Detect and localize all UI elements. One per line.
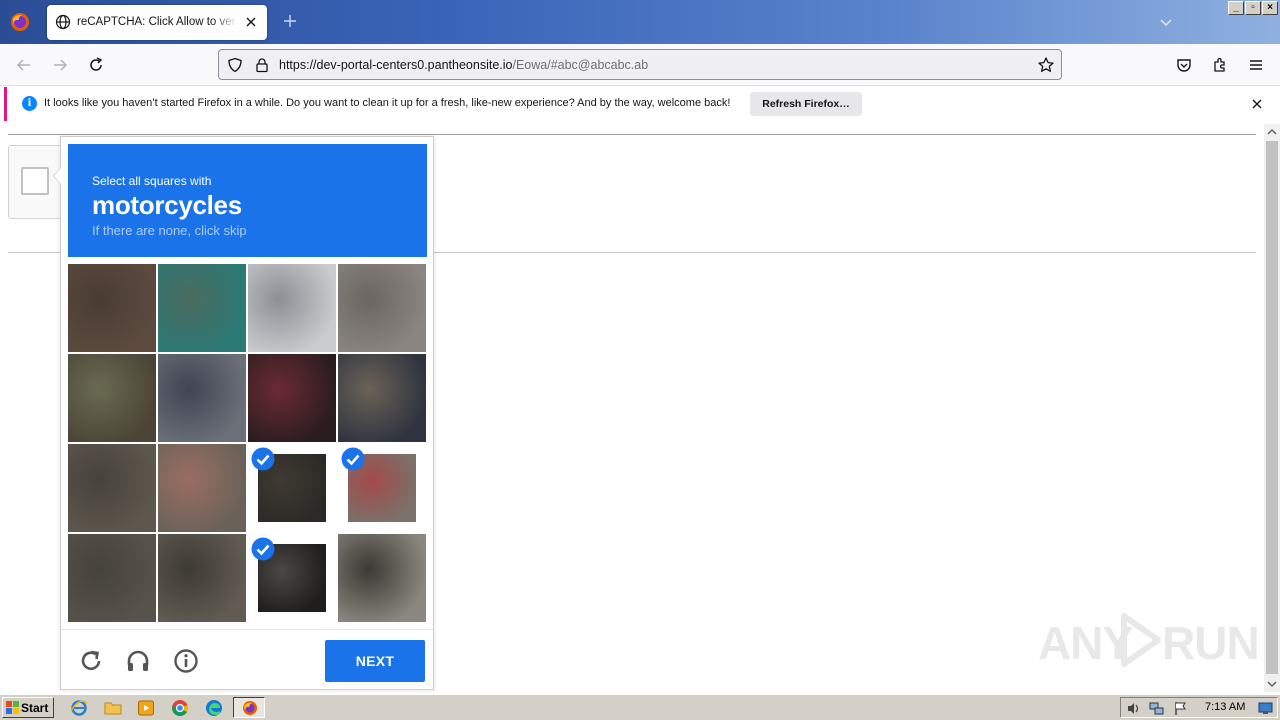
checkmark-icon [251,537,275,561]
captcha-tile-image [338,354,426,442]
internet-explorer-icon[interactable] [70,699,88,717]
anyrun-watermark: ANY RUN [1038,610,1260,670]
captcha-tile[interactable] [68,264,156,352]
captcha-tile[interactable] [338,534,426,622]
captcha-tile-image [68,354,156,442]
challenge-hint: If there are none, click skip [92,223,247,238]
network-icon[interactable] [1149,701,1164,716]
tracking-shield-icon[interactable] [227,57,243,73]
captcha-tile-image [158,534,246,622]
captcha-tile[interactable] [248,444,336,532]
captcha-tile[interactable] [338,354,426,442]
taskbar-firefox-button[interactable] [233,697,265,718]
challenge-header: Select all squares with motorcycles If t… [68,144,427,257]
volume-icon[interactable] [1126,701,1141,716]
captcha-tile[interactable] [248,354,336,442]
tab-title: reCAPTCHA: Click Allow to verify that yo… [77,16,237,28]
info-help-icon[interactable] [173,648,199,674]
popup-pointer [53,167,61,185]
reload-icon[interactable] [87,56,105,74]
image-grid [68,264,427,623]
notification-message: It looks like you haven’t started Firefo… [44,97,731,109]
clock: 7:13 AM [1205,701,1246,713]
captcha-tile[interactable] [158,534,246,622]
start-button[interactable]: Start [2,697,54,718]
close-notification-icon[interactable] [1250,97,1264,111]
chrome-icon[interactable] [171,699,189,717]
close-window-icon[interactable]: × [1262,1,1278,15]
challenge-instruction: Select all squares with [92,174,212,188]
firefox-logo-icon[interactable] [8,10,32,34]
scroll-up-icon[interactable] [1264,124,1280,140]
minimize-icon[interactable]: _ [1228,1,1244,15]
forward-arrow-icon[interactable] [51,56,69,74]
bookmark-star-icon[interactable] [1037,56,1055,74]
scrollbar-thumb[interactable] [1266,141,1278,674]
captcha-tile[interactable] [158,264,246,352]
scroll-down-icon[interactable] [1264,676,1280,692]
lock-icon[interactable] [254,57,270,73]
audio-challenge-icon[interactable] [125,648,151,674]
refresh-firefox-button[interactable]: Refresh Firefox… [750,92,862,116]
next-button[interactable]: NEXT [325,640,425,682]
active-tab[interactable]: reCAPTCHA: Click Allow to verify that yo… [47,5,267,40]
page-divider-top [8,134,1256,135]
info-icon: i [22,96,37,111]
captcha-tile[interactable] [158,444,246,532]
new-tab-icon[interactable] [282,13,298,29]
captcha-tile-image [338,264,426,352]
windows-taskbar: Start 7:13 AM [0,694,1280,720]
captcha-tile-image [248,264,336,352]
window-controls: _ ▫ × [1228,1,1278,15]
restore-icon[interactable]: ▫ [1245,1,1261,15]
captcha-tile[interactable] [338,444,426,532]
captcha-tile-image [68,444,156,532]
captcha-tile-image [68,534,156,622]
play-triangle-icon [1121,613,1161,667]
vertical-scrollbar[interactable] [1264,124,1280,692]
media-player-icon[interactable] [137,699,155,717]
recaptcha-checkbox[interactable] [21,167,49,195]
show-desktop-icon[interactable] [1258,701,1273,716]
recaptcha-challenge-popup: Select all squares with motorcycles If t… [53,136,434,690]
windows-flag-icon [6,701,19,714]
captcha-tile-image [158,444,246,532]
hamburger-menu-icon[interactable] [1247,56,1265,74]
captcha-tile[interactable] [158,354,246,442]
firefox-taskbar-icon [243,701,257,715]
challenge-footer: NEXT [61,629,433,689]
pocket-icon[interactable] [1175,56,1193,74]
captcha-tile[interactable] [338,264,426,352]
extensions-icon[interactable] [1211,56,1229,74]
refresh-firefox-notification: i It looks like you haven’t started Fire… [4,87,1276,121]
checkmark-icon [251,447,275,471]
captcha-tile-image [338,534,426,622]
captcha-tile[interactable] [68,354,156,442]
captcha-tile-image [248,354,336,442]
tab-strip: reCAPTCHA: Click Allow to verify that yo… [0,0,1280,44]
reload-challenge-icon[interactable] [78,648,104,674]
captcha-tile-image [68,264,156,352]
file-explorer-icon[interactable] [104,699,122,717]
address-bar[interactable]: https://dev-portal-centers0.pantheonsite… [218,49,1062,80]
globe-icon [55,14,71,30]
captcha-tile-image [158,354,246,442]
captcha-tile[interactable] [68,444,156,532]
captcha-tile[interactable] [248,534,336,622]
edge-icon[interactable] [205,699,223,717]
back-arrow-icon[interactable] [15,56,33,74]
captcha-tile[interactable] [248,264,336,352]
challenge-target: motorcycles [92,190,242,220]
captcha-tile[interactable] [68,534,156,622]
captcha-tile-image [158,264,246,352]
url-text[interactable]: https://dev-portal-centers0.pantheonsite… [279,58,648,72]
close-tab-icon[interactable] [243,14,259,30]
action-center-flag-icon[interactable] [1173,701,1188,716]
system-tray: 7:13 AM [1120,697,1278,718]
navigation-toolbar: https://dev-portal-centers0.pantheonsite… [0,44,1280,86]
checkmark-icon [341,447,365,471]
chevron-down-icon[interactable] [1158,14,1174,30]
